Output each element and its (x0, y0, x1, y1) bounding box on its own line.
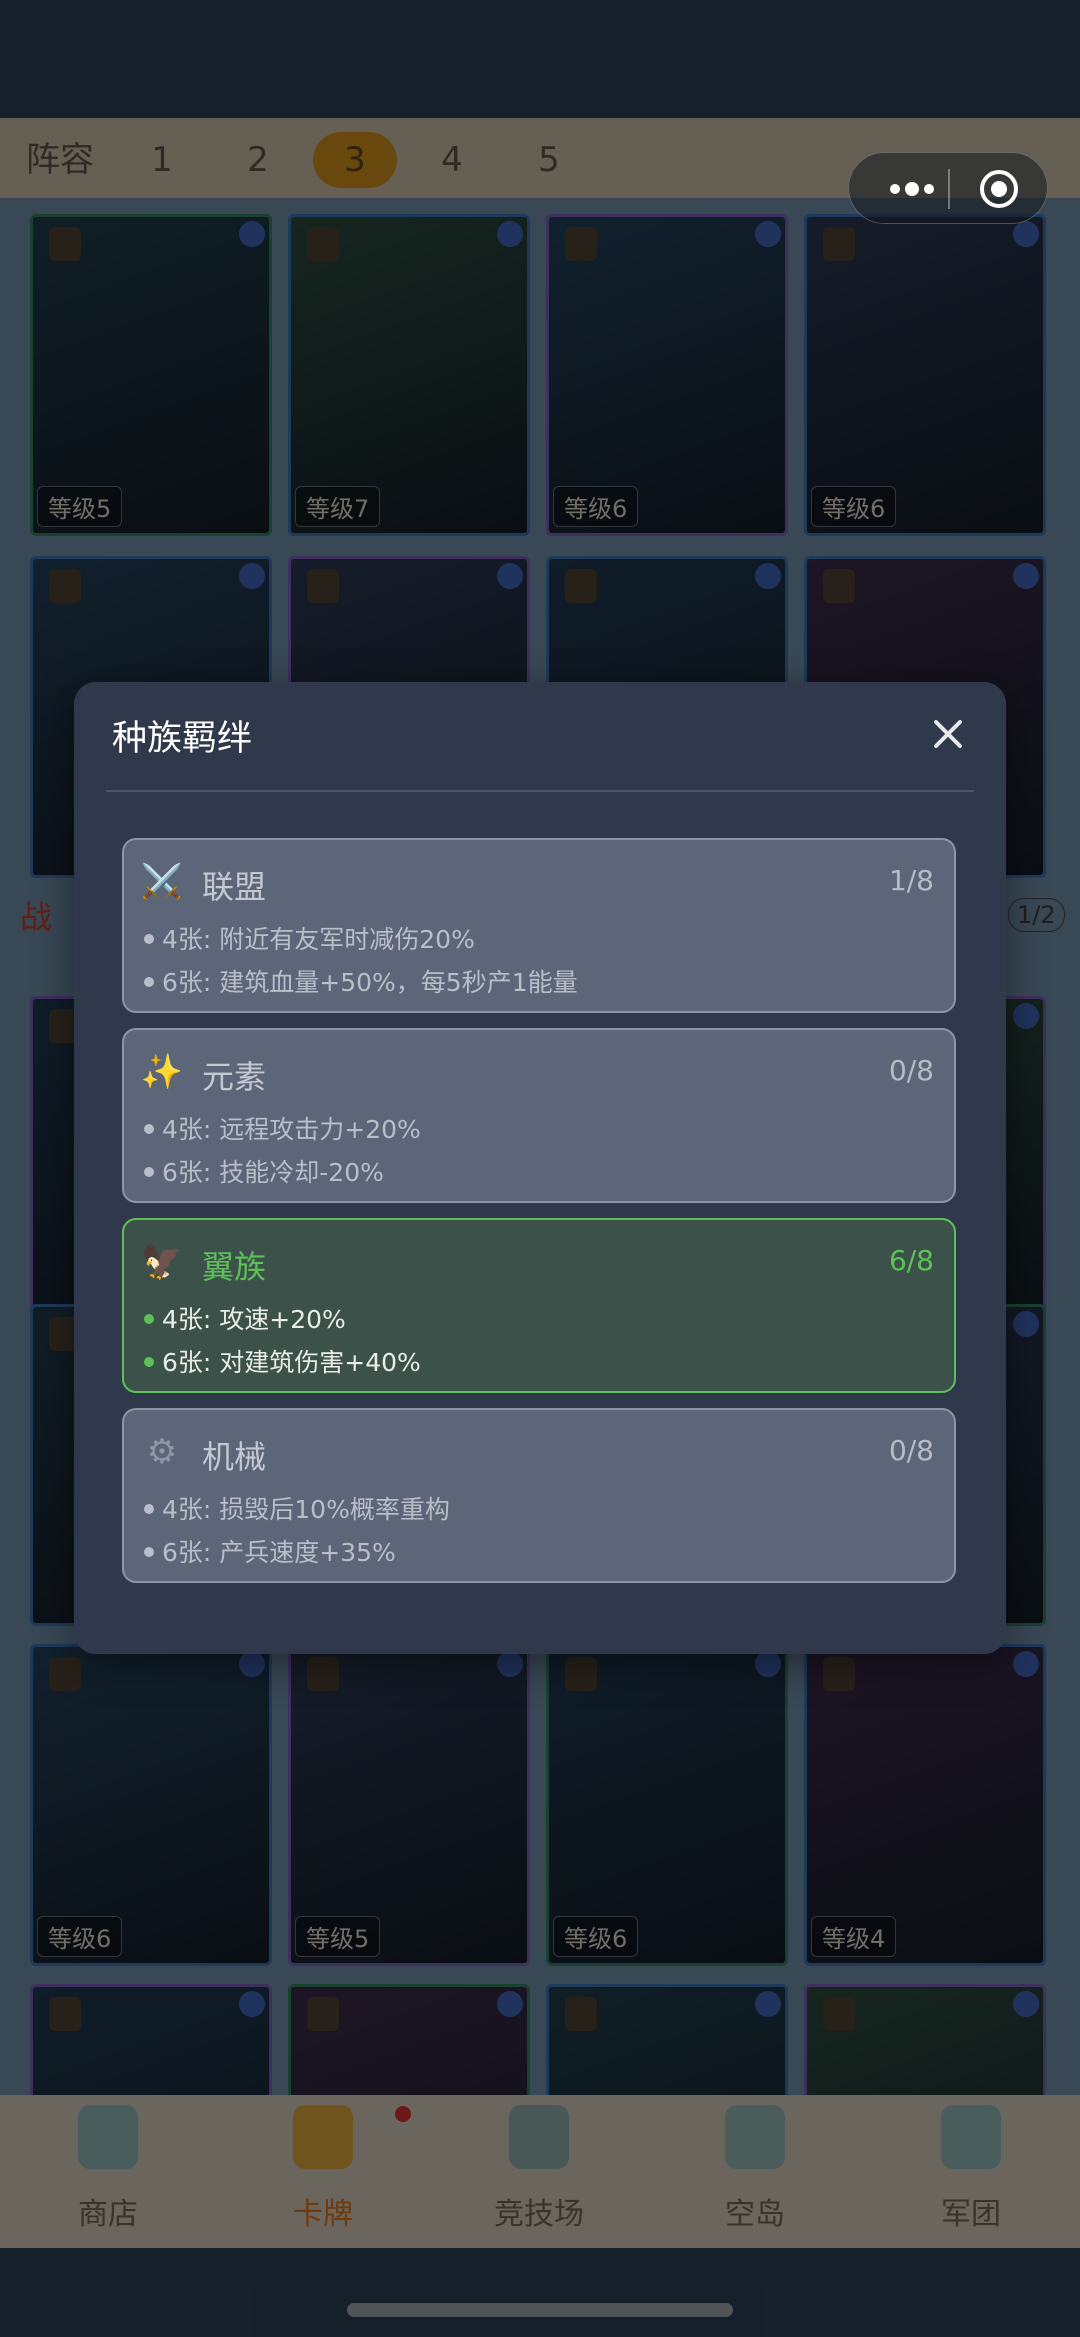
bond-effect-4: 4张: 远程攻击力+20% (144, 1110, 421, 1146)
bond-name: 机械 (202, 1438, 267, 1476)
bond-count: 0/8 (888, 1434, 934, 1467)
sparkles-icon: ✨ (140, 1052, 184, 1092)
dialog-divider (106, 790, 974, 792)
bond-count: 1/8 (888, 864, 934, 897)
bond-effect-text: 6张: 技能冷却-20% (162, 1158, 384, 1187)
gear-icon: ⚙ (146, 1432, 178, 1472)
bond-effect-text: 4张: 附近有友军时减伤20% (162, 925, 475, 954)
bond-alliance[interactable]: ⚔️ 联盟 1/8 4张: 附近有友军时减伤20% 6张: 建筑血量+50%，每… (122, 838, 956, 1013)
bullet (144, 1504, 154, 1514)
bond-name: 联盟 (202, 868, 267, 906)
bond-mechanical[interactable]: ⚙ 机械 0/8 4张: 损毁后10%概率重构 6张: 产兵速度+35% (122, 1408, 956, 1583)
bond-effect-text: 6张: 对建筑伤害+40% (162, 1348, 421, 1377)
bond-name: 翼族 (202, 1248, 267, 1286)
bond-winged[interactable]: 🦅 翼族 6/8 4张: 攻速+20% 6张: 对建筑伤害+40% (122, 1218, 956, 1393)
bullet (144, 1167, 154, 1177)
more-icon[interactable] (877, 171, 947, 207)
bond-effect-6: 6张: 对建筑伤害+40% (144, 1343, 421, 1379)
bond-effect-6: 6张: 建筑血量+50%，每5秒产1能量 (144, 963, 578, 999)
bond-count: 6/8 (888, 1244, 934, 1277)
swords-icon: ⚔️ (140, 862, 184, 902)
dialog-title: 种族羁绊 (112, 719, 253, 759)
miniprogram-capsule (848, 152, 1048, 224)
bond-effect-text: 4张: 远程攻击力+20% (162, 1115, 421, 1144)
bond-effect-4: 4张: 损毁后10%概率重构 (144, 1490, 450, 1526)
bond-effect-text: 6张: 产兵速度+35% (162, 1538, 396, 1567)
eagle-icon: 🦅 (140, 1242, 184, 1282)
close-miniprogram-icon[interactable] (977, 167, 1021, 211)
bullet (144, 1124, 154, 1134)
bond-name: 元素 (202, 1058, 267, 1096)
bond-effect-4: 4张: 附近有友军时减伤20% (144, 920, 475, 956)
bullet (144, 1547, 154, 1557)
bond-count: 0/8 (888, 1054, 934, 1087)
bond-effect-text: 4张: 损毁后10%概率重构 (162, 1495, 450, 1524)
bullet (144, 934, 154, 944)
bond-effect-6: 6张: 技能冷却-20% (144, 1153, 384, 1189)
capsule-divider (948, 169, 950, 209)
bond-effect-text: 4张: 攻速+20% (162, 1305, 346, 1334)
race-bond-dialog: 种族羁绊 ⚔️ 联盟 1/8 4张: 附近有友军时减伤20% 6张: 建筑血量+… (74, 682, 1006, 1654)
bond-effect-4: 4张: 攻速+20% (144, 1300, 346, 1336)
close-icon[interactable] (926, 712, 970, 756)
bullet (144, 977, 154, 987)
bond-element[interactable]: ✨ 元素 0/8 4张: 远程攻击力+20% 6张: 技能冷却-20% (122, 1028, 956, 1203)
bond-effect-6: 6张: 产兵速度+35% (144, 1533, 396, 1569)
bond-effect-text: 6张: 建筑血量+50%，每5秒产1能量 (162, 968, 578, 997)
bullet (144, 1357, 154, 1367)
bullet (144, 1314, 154, 1324)
